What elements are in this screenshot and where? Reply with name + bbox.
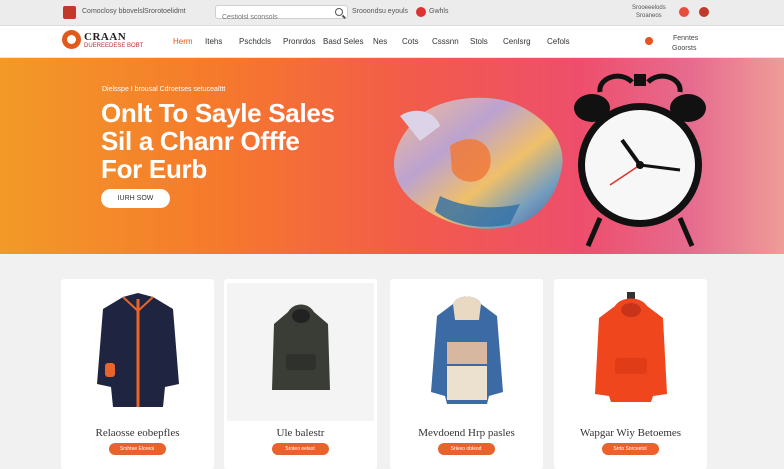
hero-headline-line-1: Onlt To Sayle Sales	[101, 98, 335, 128]
hero-eyebrow: Dielsspe I brousal Cdroetses setucealttt	[102, 86, 226, 93]
brand-logo-icon[interactable]	[62, 30, 81, 49]
product-buy-button[interactable]: Sroteo eelsot	[271, 443, 329, 455]
product-buy-button[interactable]: Srshtee Eloreoi	[108, 443, 166, 455]
product-image[interactable]	[61, 279, 214, 419]
product-buy-label: Srrto Sorceetol	[613, 446, 647, 452]
brand-name[interactable]: CRAAN	[84, 31, 126, 43]
product-card[interactable]: Mevdoend Hrp pasles Srleeo obleod	[390, 279, 543, 469]
product-image[interactable]	[390, 279, 543, 419]
product-card[interactable]: Wapgar Wiy Betoemes Srrto Sorceetol	[554, 279, 707, 469]
product-title[interactable]: Ule balestr	[224, 427, 377, 439]
search-icon[interactable]	[335, 8, 343, 16]
small-logo-icon[interactable]	[63, 6, 76, 19]
product-card[interactable]: Relaosse eobepfles Srshtee Eloreoi	[61, 279, 214, 469]
hero-banner: Dielsspe I brousal Cdroetses setucealttt…	[0, 58, 784, 254]
menu-item[interactable]: Basd Seles	[323, 37, 363, 46]
search-input[interactable]	[216, 11, 334, 24]
flag-icon[interactable]	[416, 7, 426, 17]
nav-right-line-2[interactable]: Goorsts	[672, 45, 697, 52]
nav-right-line-1[interactable]: Fenntes	[673, 35, 698, 42]
orange-hoodie-image	[594, 291, 667, 402]
menu-item[interactable]: Nes	[373, 37, 387, 46]
scarf-image	[393, 97, 563, 229]
product-image[interactable]	[554, 279, 707, 419]
topbar-mid-text[interactable]: Srooondsu eyouls	[352, 8, 408, 15]
menu-item[interactable]: Cots	[402, 37, 418, 46]
product-buy-label: Sroteo eelsot	[285, 446, 315, 452]
menu-item[interactable]: Stols	[470, 37, 488, 46]
menu-item[interactable]: Pronrdos	[283, 37, 315, 46]
product-title[interactable]: Wapgar Wiy Betoemes	[554, 427, 707, 439]
menu-item[interactable]: Cefols	[547, 37, 570, 46]
product-card[interactable]: Ule balestr Sroteo eelsot	[224, 279, 377, 469]
cart-icon[interactable]	[699, 7, 709, 17]
jacket-image	[96, 293, 179, 407]
menu-item[interactable]: Pschdcls	[239, 37, 271, 46]
menu-item-home[interactable]: Herm	[173, 37, 193, 46]
hoodie-image	[271, 304, 330, 390]
menu-item[interactable]: Itehs	[205, 37, 222, 46]
product-title[interactable]: Mevdoend Hrp pasles	[390, 427, 543, 439]
product-title[interactable]: Relaosse eobepfles	[61, 427, 214, 439]
topbar-right-text[interactable]: Gwhls	[429, 8, 448, 15]
menu-item[interactable]: Csssnn	[432, 37, 459, 46]
product-buy-label: Srleeo obleod	[450, 446, 482, 452]
product-buy-button[interactable]: Srleeo obleod	[437, 443, 495, 455]
product-buy-button[interactable]: Srrto Sorceetol	[601, 443, 659, 455]
product-buy-label: Srshtee Eloreoi	[119, 446, 155, 452]
search-box[interactable]	[215, 5, 348, 24]
hero-cta-button[interactable]: IURH SOW	[101, 189, 170, 208]
topbar-left-text[interactable]: Comoclosy bbovelsl	[82, 8, 144, 15]
account-line-2[interactable]: Sroaneos	[636, 13, 662, 19]
sweater-image	[430, 296, 503, 404]
notification-dot-icon[interactable]	[645, 37, 653, 45]
hero-headline-line-3: For Eurb	[101, 154, 207, 184]
account-line-1[interactable]: Srooeeelods	[632, 5, 666, 11]
wishlist-heart-icon[interactable]	[679, 7, 689, 17]
topbar-link[interactable]: Srorotoelidmt	[144, 8, 186, 15]
alarm-clock-image	[574, 73, 706, 247]
brand-tagline: DUEREEDESE BOBT	[84, 43, 144, 49]
product-image[interactable]	[227, 283, 374, 421]
top-utility-bar: Comoclosy bbovelsl Srorotoelidmt Srooond…	[0, 0, 784, 26]
menu-item[interactable]: Cenlsrg	[503, 37, 531, 46]
hero-headline-line-2: Sil a Chanr Offfe	[101, 126, 300, 156]
